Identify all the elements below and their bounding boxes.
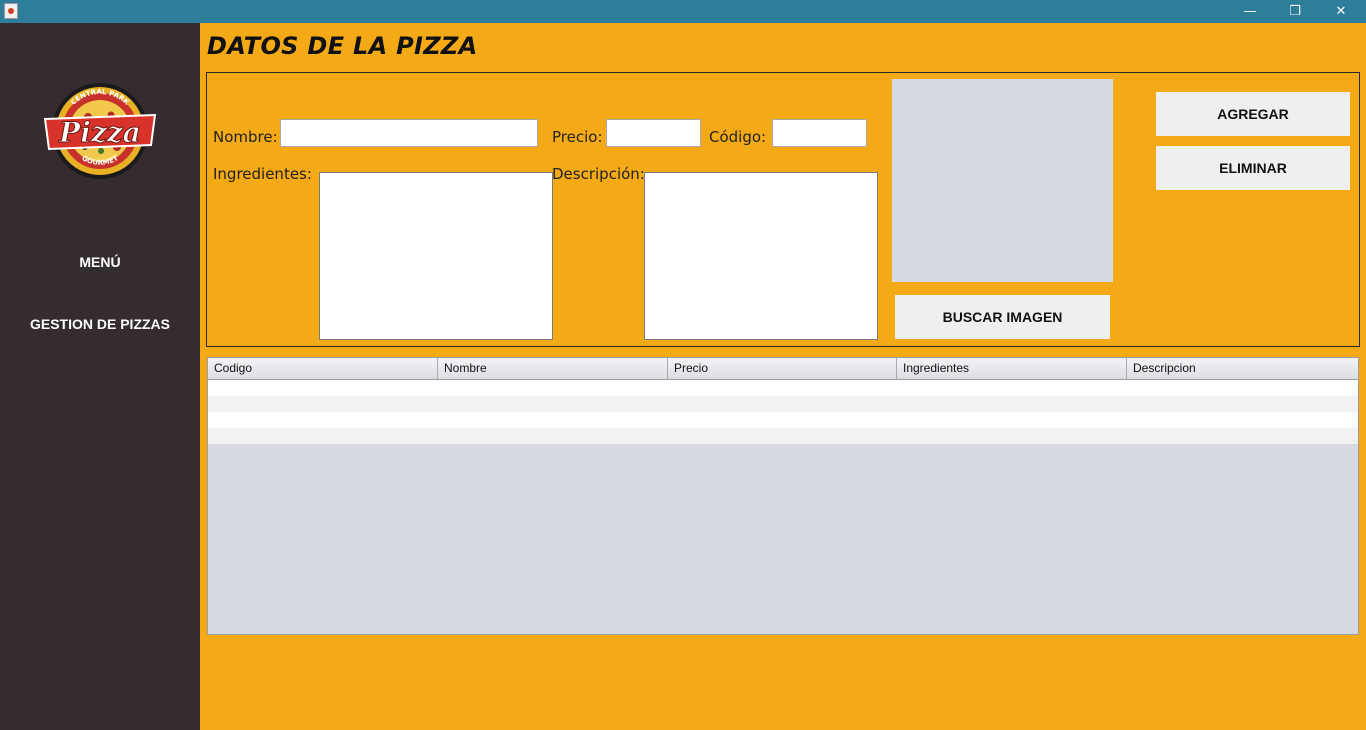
- window-titlebar: — ❐ ✕: [0, 0, 1366, 23]
- logo-main-text: Pizza: [58, 116, 141, 149]
- precio-label: Precio:: [552, 128, 603, 146]
- sidebar: CENTRAL PARK GOURMET Pizza MENÚ GESTION …: [0, 23, 200, 730]
- table-row[interactable]: [208, 396, 1358, 412]
- main-content: DATOS DE LA PIZZA Nombre: Precio: Código…: [200, 23, 1366, 730]
- restore-icon: ❐: [1289, 4, 1301, 19]
- table-row[interactable]: [208, 380, 1358, 396]
- descripcion-textarea[interactable]: [644, 172, 878, 340]
- column-header-ingredientes[interactable]: Ingredientes: [897, 358, 1127, 379]
- minimize-icon: —: [1243, 4, 1257, 19]
- column-header-descripcion[interactable]: Descripcion: [1127, 358, 1357, 379]
- table-row[interactable]: [208, 428, 1358, 444]
- codigo-label: Código:: [709, 128, 767, 146]
- nombre-field[interactable]: [280, 119, 538, 147]
- pizza-image-preview: [892, 79, 1113, 282]
- buscar-imagen-button[interactable]: BUSCAR IMAGEN: [895, 295, 1110, 339]
- sidebar-item-gestion-de-pizzas[interactable]: GESTION DE PIZZAS: [0, 316, 200, 332]
- close-icon: ✕: [1335, 4, 1347, 19]
- column-header-codigo[interactable]: Codigo: [208, 358, 438, 379]
- ingredientes-textarea[interactable]: [319, 172, 553, 340]
- close-button[interactable]: ✕: [1318, 0, 1364, 23]
- codigo-field[interactable]: [772, 119, 867, 147]
- pizzas-table[interactable]: Codigo Nombre Precio Ingredientes Descri…: [207, 357, 1359, 635]
- pizza-logo: CENTRAL PARK GOURMET Pizza: [43, 83, 157, 179]
- column-header-nombre[interactable]: Nombre: [438, 358, 668, 379]
- java-app-icon: [4, 3, 18, 19]
- column-header-precio[interactable]: Precio: [668, 358, 897, 379]
- agregar-button[interactable]: AGREGAR: [1156, 92, 1350, 136]
- pizza-form-panel: Nombre: Precio: Código: Ingredientes: De…: [206, 72, 1360, 347]
- nombre-label: Nombre:: [213, 128, 278, 146]
- page-title: DATOS DE LA PIZZA: [207, 32, 478, 60]
- eliminar-button[interactable]: ELIMINAR: [1156, 146, 1350, 190]
- restore-button[interactable]: ❐: [1272, 0, 1318, 23]
- minimize-button[interactable]: —: [1227, 0, 1273, 23]
- table-header: Codigo Nombre Precio Ingredientes Descri…: [208, 358, 1358, 380]
- sidebar-item-menu[interactable]: MENÚ: [0, 254, 200, 270]
- precio-field[interactable]: [606, 119, 701, 147]
- descripcion-label: Descripción:: [552, 165, 645, 183]
- table-row[interactable]: [208, 412, 1358, 428]
- ingredientes-label: Ingredientes:: [213, 165, 312, 183]
